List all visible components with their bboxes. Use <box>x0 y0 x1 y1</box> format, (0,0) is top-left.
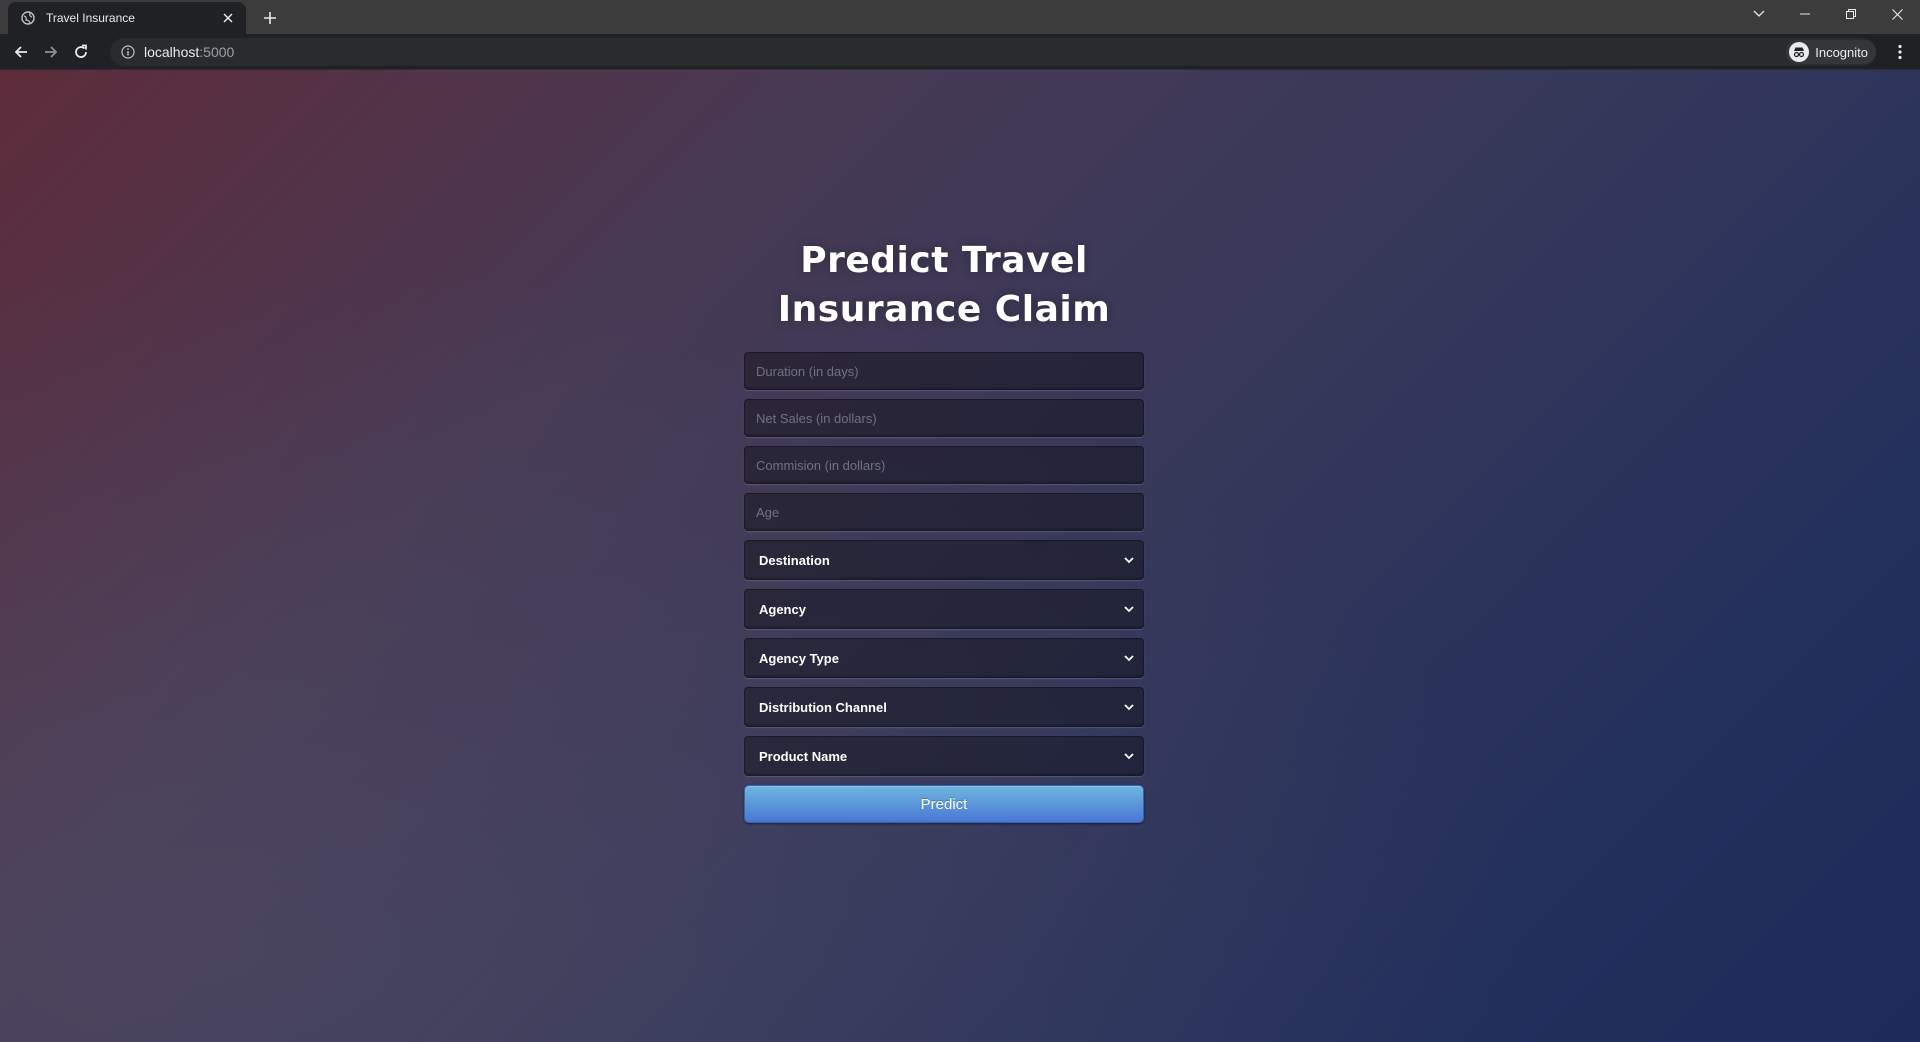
chevron-down-icon <box>1123 701 1135 713</box>
minimize-button[interactable] <box>1782 0 1828 28</box>
commision-input[interactable] <box>744 446 1144 484</box>
close-window-button[interactable] <box>1874 0 1920 28</box>
prediction-form: Predict Travel Insurance Claim Destinati… <box>744 236 1144 823</box>
kebab-menu-icon <box>1898 44 1902 60</box>
browser-window: Travel Insurance localhost:5000 Incognit… <box>0 0 1920 1042</box>
plus-icon <box>264 12 276 24</box>
tab-title: Travel Insurance <box>46 11 135 25</box>
arrow-right-icon <box>45 45 58 58</box>
tab-search-button[interactable] <box>1736 0 1782 28</box>
arrow-left-icon <box>14 45 27 58</box>
url-host: localhost <box>144 44 200 60</box>
profile-area: Incognito <box>1786 40 1878 64</box>
close-tab-icon[interactable] <box>220 10 236 26</box>
forward-button[interactable] <box>37 38 65 66</box>
product-name-select-label: Product Name <box>759 748 848 764</box>
address-bar[interactable]: localhost:5000 <box>110 38 1876 66</box>
globe-icon <box>20 10 36 26</box>
chevron-down-icon <box>1123 603 1135 615</box>
page-title: Predict Travel Insurance Claim <box>744 236 1144 334</box>
page-content: Predict Travel Insurance Claim Destinati… <box>0 70 1920 1042</box>
back-button[interactable] <box>7 38 35 66</box>
browser-menu-button[interactable] <box>1888 40 1912 64</box>
new-tab-button[interactable] <box>258 6 282 30</box>
incognito-badge[interactable]: Incognito <box>1786 40 1876 64</box>
product-name-select[interactable]: Product Name <box>744 736 1144 776</box>
chevron-down-icon <box>1123 652 1135 664</box>
browser-toolbar: localhost:5000 Incognito <box>0 34 1920 70</box>
net-sales-input[interactable] <box>744 399 1144 437</box>
tab-strip: Travel Insurance <box>0 0 1920 34</box>
chevron-down-icon <box>1123 554 1135 566</box>
url-port: :5000 <box>199 44 235 60</box>
agency-select-label: Agency <box>759 601 806 617</box>
minimize-icon <box>1800 13 1810 15</box>
age-input[interactable] <box>744 493 1144 531</box>
chevron-down-icon <box>1753 10 1765 17</box>
distribution-channel-select[interactable]: Distribution Channel <box>744 687 1144 727</box>
page-title-line1: Predict Travel <box>800 240 1088 281</box>
duration-input[interactable] <box>744 352 1144 390</box>
tab-travel-insurance[interactable]: Travel Insurance <box>8 2 246 34</box>
agency-type-select-label: Agency Type <box>759 650 839 666</box>
agency-select[interactable]: Agency <box>744 589 1144 629</box>
incognito-icon <box>1789 42 1810 62</box>
page-title-line2: Insurance Claim <box>777 289 1111 330</box>
reload-button[interactable] <box>67 38 95 66</box>
distribution-channel-select-label: Distribution Channel <box>759 699 887 715</box>
predict-button[interactable]: Predict <box>744 785 1144 823</box>
restore-icon <box>1846 9 1856 19</box>
url-text: localhost:5000 <box>144 44 1846 60</box>
destination-select[interactable]: Destination <box>744 540 1144 580</box>
chevron-down-icon <box>1123 750 1135 762</box>
reload-icon <box>75 44 87 58</box>
destination-select-label: Destination <box>759 552 830 568</box>
info-icon[interactable] <box>120 44 136 60</box>
incognito-label: Incognito <box>1815 44 1868 60</box>
window-controls <box>1736 0 1920 28</box>
close-icon <box>1891 8 1903 20</box>
restore-button[interactable] <box>1828 0 1874 28</box>
agency-type-select[interactable]: Agency Type <box>744 638 1144 678</box>
